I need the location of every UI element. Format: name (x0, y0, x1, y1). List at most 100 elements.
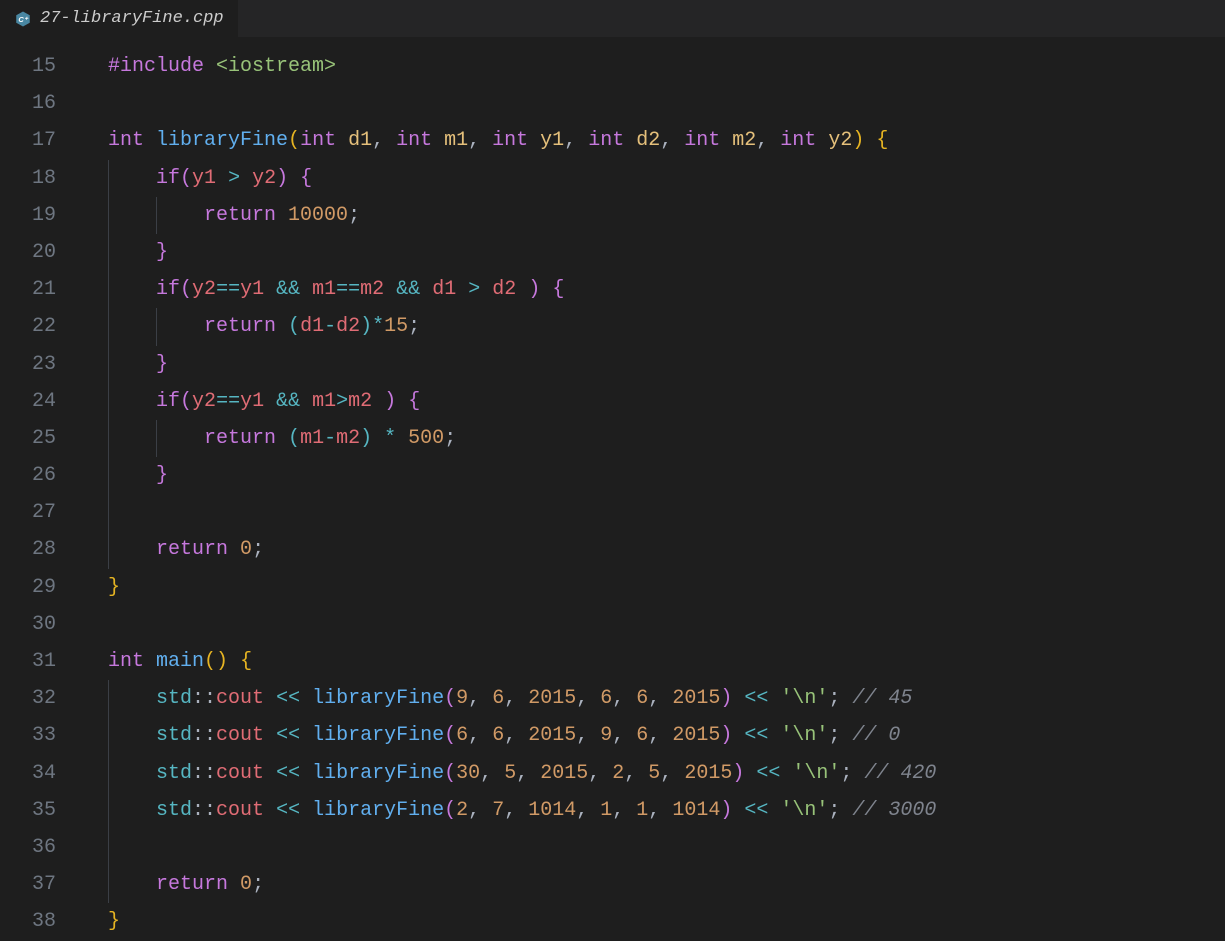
token-num: 5 (648, 762, 660, 785)
token-punct: , (504, 724, 528, 747)
token-punct (300, 687, 312, 710)
token-punct (300, 278, 312, 301)
token-ns: std (156, 724, 192, 747)
indent-guide (108, 531, 109, 568)
indent-guide (108, 717, 109, 754)
token-punct: ; (840, 762, 864, 785)
token-brace2: ( (180, 278, 192, 301)
token-brace3: ( (288, 427, 300, 450)
token-ident: y2 (192, 278, 216, 301)
editor-tab[interactable]: C⁺ 27-libraryFine.cpp (0, 0, 238, 37)
token-punct: , (612, 799, 636, 822)
code-line[interactable]: std::cout << libraryFine(6, 6, 2015, 9, … (78, 717, 1225, 754)
token-str: '\n' (792, 762, 840, 785)
code-line[interactable]: return 0; (78, 866, 1225, 903)
code-line[interactable]: } (78, 569, 1225, 606)
token-param: y1 (540, 129, 564, 152)
token-ident: y1 (192, 167, 216, 190)
token-punct: , (588, 762, 612, 785)
indent-guide (108, 234, 109, 271)
code-line[interactable]: if(y1 > y2) { (78, 160, 1225, 197)
token-punct (384, 278, 396, 301)
token-param: d2 (636, 129, 660, 152)
line-number: 23 (0, 346, 78, 383)
code-editor[interactable]: 1516171819202122232425262728293031323334… (0, 38, 1225, 935)
line-number: 18 (0, 160, 78, 197)
token-func: libraryFine (312, 799, 444, 822)
token-ident: cout (216, 762, 264, 785)
code-line[interactable]: return 0; (78, 531, 1225, 568)
code-line[interactable]: return (d1-d2)*15; (78, 308, 1225, 345)
token-punct (228, 538, 240, 561)
token-punct (396, 427, 408, 450)
code-area[interactable]: #include <iostream>int libraryFine(int d… (78, 38, 1225, 935)
token-punct: , (480, 762, 504, 785)
token-punct (300, 390, 312, 413)
token-punct (108, 278, 156, 301)
token-brace2: } (156, 464, 168, 487)
token-brace: { (876, 129, 888, 152)
line-number: 30 (0, 606, 78, 643)
indent-guide (108, 792, 109, 829)
indent-guide (108, 197, 109, 234)
token-num: 30 (456, 762, 480, 785)
token-op: > (336, 390, 348, 413)
token-brace3: ) (360, 427, 372, 450)
token-comment: // 420 (864, 762, 936, 785)
code-line[interactable]: std::cout << libraryFine(30, 5, 2015, 2,… (78, 755, 1225, 792)
token-punct (768, 724, 780, 747)
code-line[interactable]: } (78, 234, 1225, 271)
code-line[interactable]: int main() { (78, 643, 1225, 680)
code-line[interactable] (78, 829, 1225, 866)
token-brace: } (108, 910, 120, 933)
code-line[interactable]: return 10000; (78, 197, 1225, 234)
token-keyword: return (204, 204, 276, 227)
svg-text:C⁺: C⁺ (18, 15, 28, 24)
line-number: 31 (0, 643, 78, 680)
indent-guide (108, 346, 109, 383)
token-punct: ; (252, 873, 264, 896)
code-line[interactable]: return (m1-m2) * 500; (78, 420, 1225, 457)
token-punct (264, 390, 276, 413)
line-number: 16 (0, 85, 78, 122)
token-punct: , (372, 129, 396, 152)
token-ident: m2 (336, 427, 360, 450)
code-line[interactable]: if(y2==y1 && m1>m2 ) { (78, 383, 1225, 420)
code-line[interactable] (78, 85, 1225, 122)
indent-guide (108, 494, 109, 531)
line-number: 29 (0, 569, 78, 606)
token-punct (108, 762, 156, 785)
token-punct (264, 762, 276, 785)
token-type: int (780, 129, 828, 152)
token-op: << (744, 799, 768, 822)
token-num: 2015 (528, 687, 576, 710)
code-line[interactable] (78, 494, 1225, 531)
line-number: 27 (0, 494, 78, 531)
token-num: 6 (600, 687, 612, 710)
token-punct (372, 427, 384, 450)
token-type: int (108, 650, 156, 673)
code-line[interactable]: int libraryFine(int d1, int m1, int y1, … (78, 122, 1225, 159)
code-line[interactable] (78, 606, 1225, 643)
token-num: 9 (600, 724, 612, 747)
token-brace3: ) (360, 315, 372, 338)
token-punct: , (516, 762, 540, 785)
code-line[interactable]: std::cout << libraryFine(9, 6, 2015, 6, … (78, 680, 1225, 717)
code-line[interactable]: } (78, 457, 1225, 494)
code-line[interactable]: if(y2==y1 && m1==m2 && d1 > d2 ) { (78, 271, 1225, 308)
code-line[interactable]: std::cout << libraryFine(2, 7, 1014, 1, … (78, 792, 1225, 829)
token-ident: m1 (300, 427, 324, 450)
token-punct: , (576, 724, 600, 747)
token-ident: d2 (492, 278, 516, 301)
token-op: == (336, 278, 360, 301)
token-num: 6 (492, 724, 504, 747)
token-keyword: return (204, 315, 276, 338)
token-ident: d2 (336, 315, 360, 338)
code-line[interactable]: } (78, 346, 1225, 383)
token-punct (300, 762, 312, 785)
token-brace2: ) (384, 390, 396, 413)
indent-guide (156, 420, 157, 457)
indent-guide (108, 420, 109, 457)
code-line[interactable]: #include <iostream> (78, 48, 1225, 85)
token-op: && (276, 278, 300, 301)
